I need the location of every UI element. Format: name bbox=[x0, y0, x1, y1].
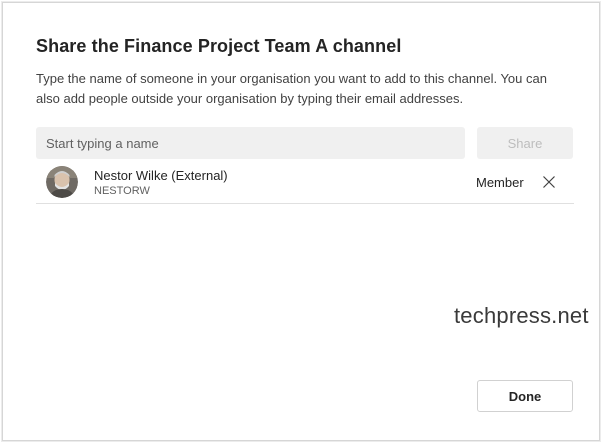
avatar bbox=[46, 166, 78, 198]
watermark-text: techpress.net bbox=[454, 303, 589, 328]
done-button[interactable]: Done bbox=[477, 380, 573, 412]
member-name: Nestor Wilke (External) bbox=[94, 168, 228, 183]
remove-member-button[interactable] bbox=[540, 173, 558, 191]
member-username: NESTORW bbox=[94, 185, 150, 197]
member-role-dropdown[interactable]: Member bbox=[476, 175, 524, 190]
member-row: Nestor Wilke (External) NESTORW Member bbox=[36, 161, 574, 204]
close-icon bbox=[543, 176, 555, 188]
people-search-input[interactable] bbox=[36, 127, 465, 159]
share-button[interactable]: Share bbox=[477, 127, 573, 159]
dialog-title: Share the Finance Project Team A channel bbox=[36, 36, 402, 56]
user-photo-icon bbox=[46, 166, 78, 198]
share-channel-dialog: Share the Finance Project Team A channel… bbox=[2, 2, 600, 441]
dialog-description: Type the name of someone in your organis… bbox=[36, 71, 547, 106]
